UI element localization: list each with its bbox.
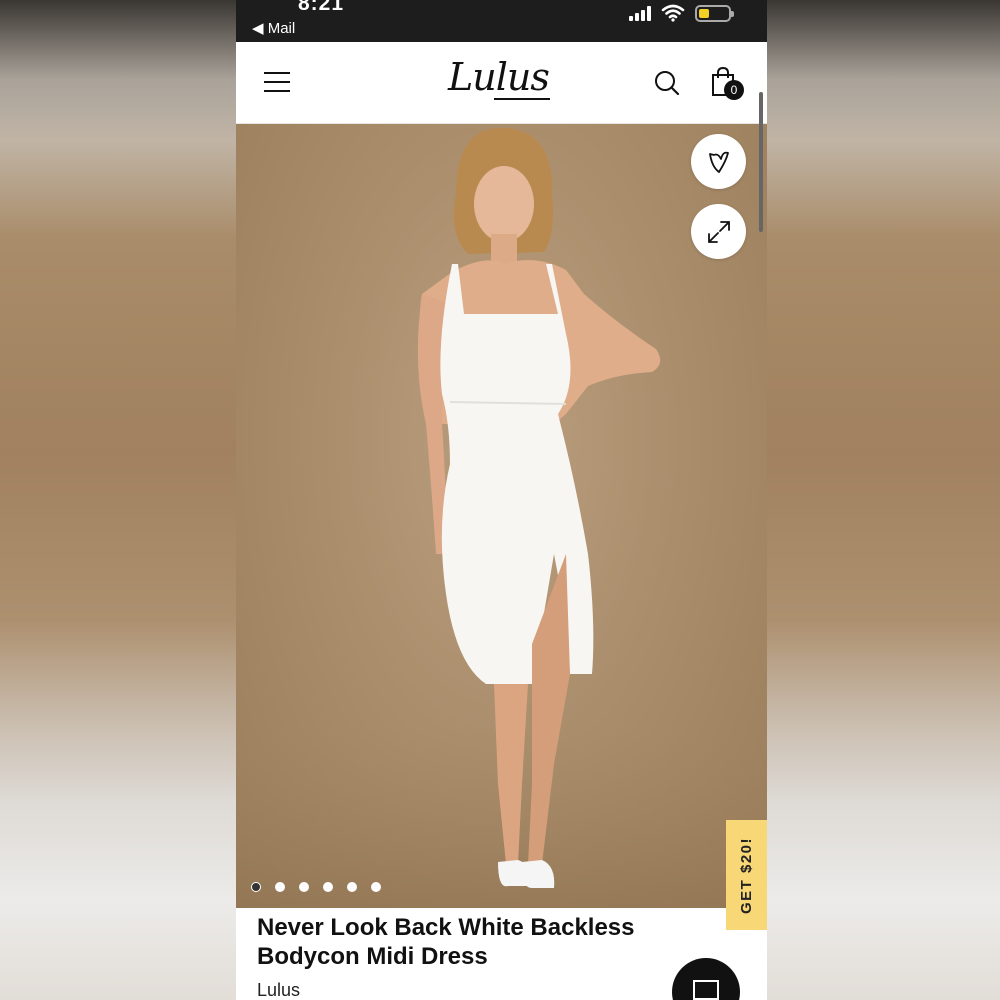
battery-icon [695,4,734,22]
wishlist-button[interactable] [691,134,746,189]
status-time: 8:21 [298,0,345,15]
phone-screen: 8:21 ◀ Mail Lulus 0 GET $20! Never Look … [236,0,767,1000]
model-photo [236,127,767,908]
image-carousel-dots [251,882,381,892]
product-image[interactable] [236,124,767,908]
carousel-dot[interactable] [347,882,357,892]
hamburger-menu-icon[interactable] [264,72,290,92]
carousel-dot[interactable] [251,882,261,892]
wifi-icon [661,4,685,22]
cart-count-badge: 0 [724,80,744,100]
carousel-dot[interactable] [371,882,381,892]
carousel-dot[interactable] [275,882,285,892]
site-header: Lulus 0 [236,42,767,124]
page-scrollbar[interactable] [759,92,763,232]
product-brand[interactable]: Lulus [257,980,300,1000]
promo-tab[interactable]: GET $20! [726,820,767,930]
promo-label: GET $20! [738,836,755,914]
cellular-signal-icon [629,5,651,21]
blurred-background-left [0,0,236,1000]
lulus-logo[interactable]: Lulus [448,55,550,99]
product-title: Never Look Back White Backless Bodycon M… [257,914,635,970]
heart-icon [708,151,729,173]
carousel-dot[interactable] [323,882,333,892]
chat-button[interactable] [672,958,740,1000]
logo-underline [494,98,550,100]
chat-icon [693,980,719,1000]
carousel-dot[interactable] [299,882,309,892]
status-icons [629,4,734,22]
expand-icon [707,220,730,243]
status-bar: 8:21 ◀ Mail [236,0,767,42]
back-to-mail-link[interactable]: ◀ Mail [252,19,295,37]
blurred-background-right [767,0,1000,1000]
search-icon[interactable] [654,70,680,96]
expand-image-button[interactable] [691,204,746,259]
